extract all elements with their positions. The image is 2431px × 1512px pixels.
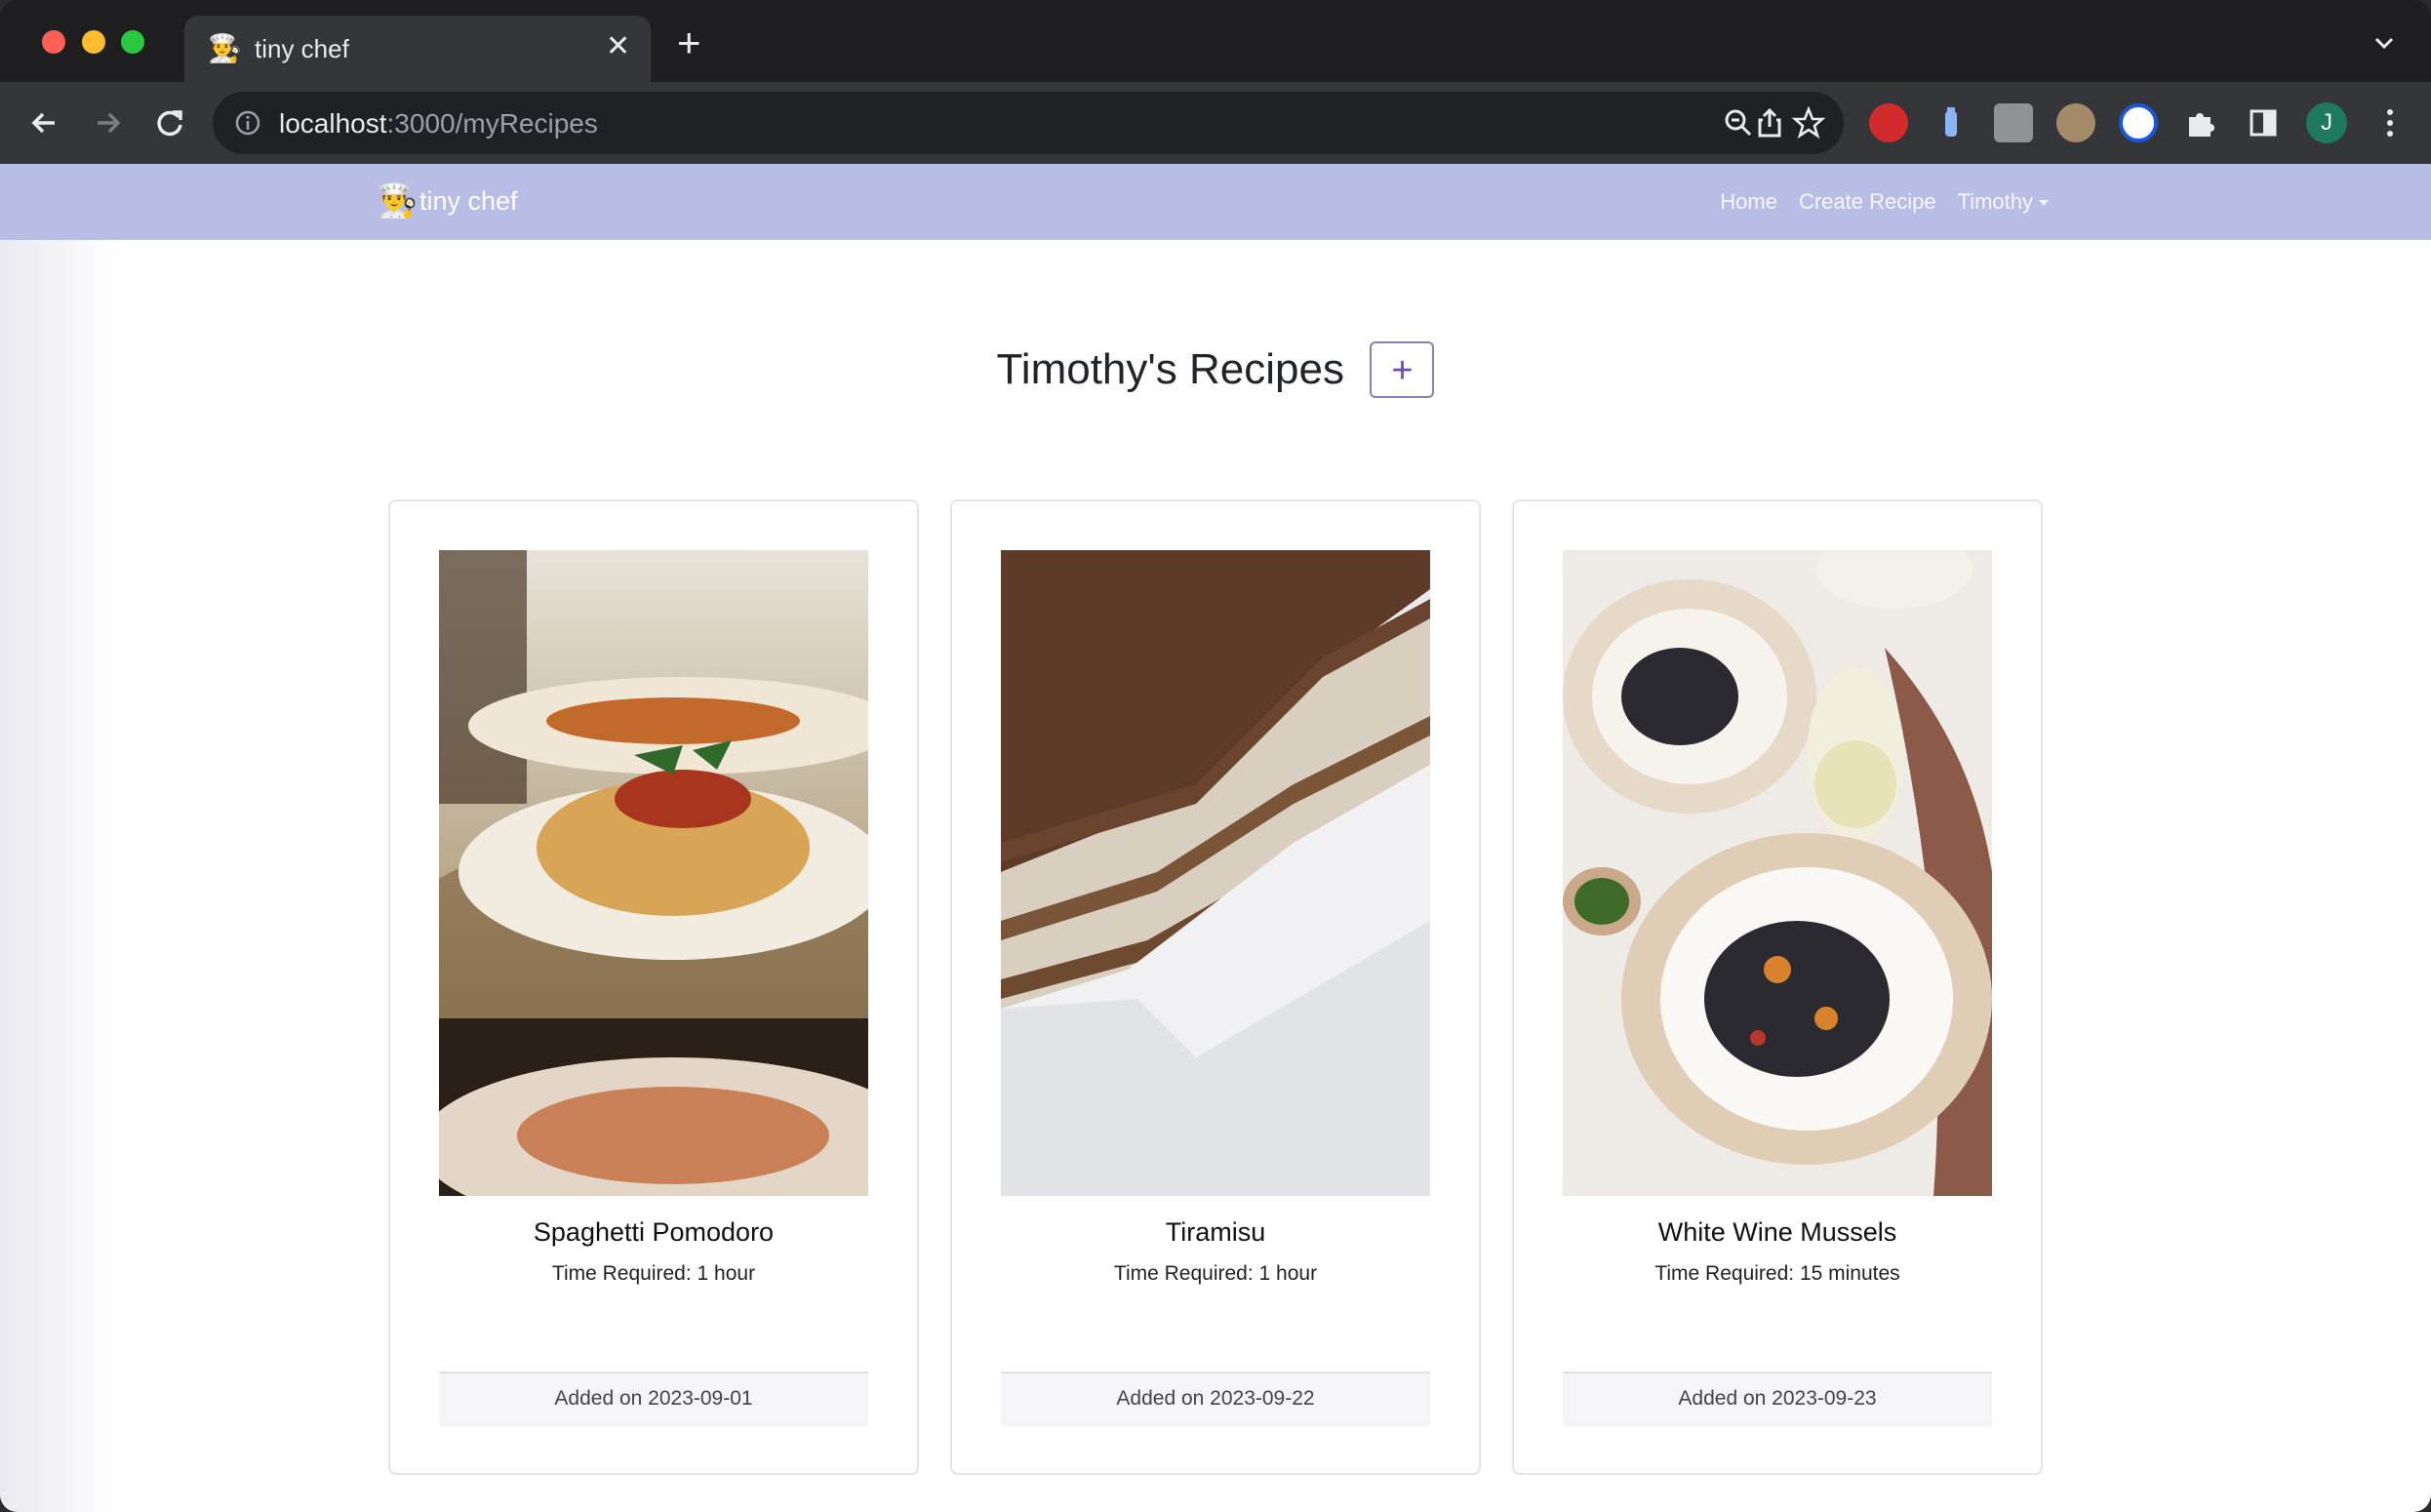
- recipe-card-list: Spaghetti Pomodoro Time Required: 1 hour…: [388, 499, 2045, 1475]
- minimize-window-button[interactable]: [82, 30, 105, 54]
- browser-window: 👨‍🍳 tiny chef ✕ + localhost:3000/myRecip…: [0, 0, 2431, 1512]
- forward-arrow-icon: [98, 112, 121, 134]
- maximize-window-button[interactable]: [121, 30, 144, 54]
- extension-circle-icon[interactable]: [2119, 103, 2158, 142]
- recipe-card[interactable]: White Wine Mussels Time Required: 15 min…: [1512, 499, 2043, 1475]
- address-bar[interactable]: localhost:3000/myRecipes: [213, 92, 1844, 154]
- add-recipe-button[interactable]: +: [1370, 341, 1435, 398]
- back-arrow-icon: [31, 112, 55, 134]
- nav-home-link[interactable]: Home: [1720, 189, 1777, 215]
- tab-close-icon[interactable]: ✕: [606, 32, 630, 61]
- recipe-time: Time Required: 15 minutes: [1654, 1262, 1900, 1285]
- brand-name[interactable]: tiny chef: [419, 186, 518, 217]
- chef-favicon-icon: 👨‍🍳: [208, 33, 242, 63]
- close-window-button[interactable]: [42, 30, 65, 54]
- tiramisu-photo-image: [1001, 550, 1430, 1196]
- recipe-title: White Wine Mussels: [1657, 1217, 1897, 1247]
- chef-logo-icon: 👨‍🍳: [377, 182, 418, 219]
- extension-stop-icon[interactable]: [1869, 103, 1908, 142]
- tab-title: tiny chef: [255, 34, 349, 63]
- browser-tab[interactable]: 👨‍🍳 tiny chef ✕: [184, 16, 651, 82]
- nav-links: Home Create Recipe Timothy: [1720, 189, 2049, 215]
- page-header: Timothy's Recipes +: [0, 341, 2431, 398]
- profile-avatar[interactable]: J: [2306, 102, 2347, 143]
- recipe-added-date: Added on 2023-09-01: [439, 1372, 868, 1426]
- recipe-title: Tiramisu: [1165, 1217, 1266, 1247]
- mussels-photo-image: [1563, 550, 1992, 1196]
- share-icon[interactable]: [1752, 105, 1787, 140]
- tab-search-chevron-icon[interactable]: [2371, 29, 2398, 57]
- side-panel-icon[interactable]: [2244, 103, 2283, 142]
- browser-toolbar: localhost:3000/myRecipes J: [0, 82, 2431, 164]
- web-page: 👨‍🍳 tiny chef Home Create Recipe Timothy…: [0, 164, 2431, 1512]
- nav-create-recipe-link[interactable]: Create Recipe: [1799, 189, 1936, 215]
- user-menu-dropdown[interactable]: Timothy: [1958, 189, 2049, 215]
- reload-button[interactable]: [148, 101, 191, 144]
- page-title: Timothy's Recipes: [996, 345, 1344, 393]
- spaghetti-photo-image: [439, 550, 868, 1196]
- bookmark-star-icon[interactable]: [1791, 105, 1826, 140]
- user-name: Timothy: [1957, 189, 2033, 214]
- url-text: localhost:3000/myRecipes: [279, 108, 598, 139]
- reload-icon: [157, 110, 182, 137]
- new-tab-button[interactable]: +: [677, 22, 701, 63]
- site-navbar: 👨‍🍳 tiny chef Home Create Recipe Timothy: [0, 164, 2431, 240]
- back-button[interactable]: [23, 101, 66, 144]
- tab-strip: 👨‍🍳 tiny chef ✕ +: [0, 0, 2431, 82]
- extension-bottle-icon[interactable]: [1932, 103, 1971, 142]
- recipe-added-date: Added on 2023-09-22: [1001, 1372, 1430, 1426]
- site-info-icon[interactable]: [234, 109, 261, 137]
- recipe-time: Time Required: 1 hour: [551, 1262, 756, 1285]
- recipe-card[interactable]: Spaghetti Pomodoro Time Required: 1 hour…: [388, 499, 919, 1475]
- extension-k-icon[interactable]: [1994, 103, 2033, 142]
- recipe-card[interactable]: Tiramisu Time Required: 1 hour Added on …: [950, 499, 1481, 1475]
- extension-face-icon[interactable]: [2056, 103, 2095, 142]
- recipe-title: Spaghetti Pomodoro: [533, 1217, 775, 1247]
- forward-button[interactable]: [86, 101, 129, 144]
- recipe-added-date: Added on 2023-09-23: [1563, 1372, 1992, 1426]
- more-menu-icon[interactable]: [2371, 103, 2410, 142]
- dropdown-caret-icon: [2039, 200, 2049, 206]
- recipe-time: Time Required: 1 hour: [1113, 1262, 1318, 1285]
- extensions-puzzle-icon[interactable]: [2181, 103, 2220, 142]
